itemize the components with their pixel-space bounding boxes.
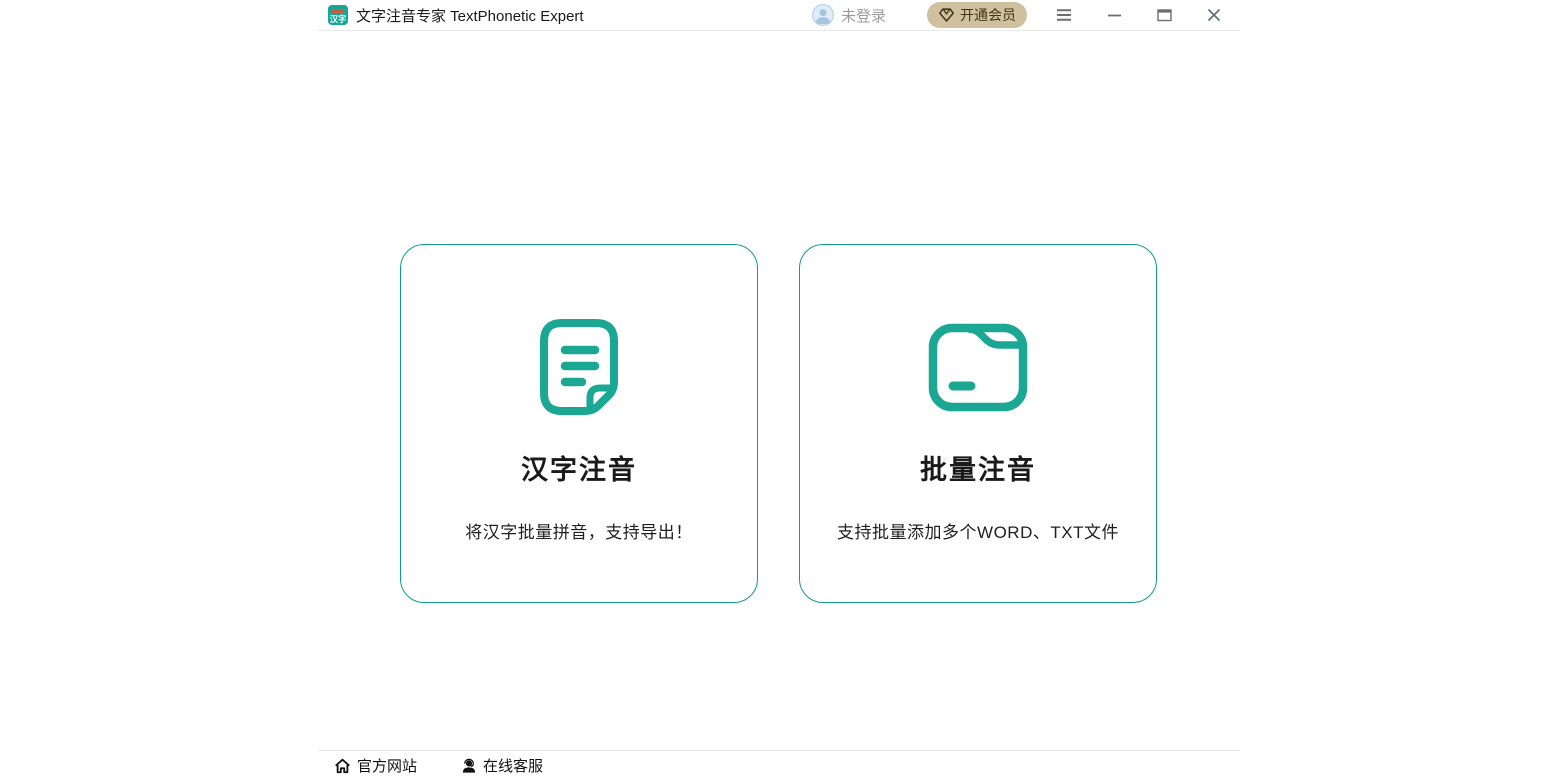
membership-button[interactable]: 开通会员: [927, 2, 1027, 28]
maximize-icon[interactable]: [1156, 7, 1172, 23]
card-batch-zhuyin[interactable]: 批量注音 支持批量添加多个WORD、TXT文件: [799, 244, 1157, 603]
menu-icon[interactable]: [1056, 7, 1072, 23]
logo-text: 汉字: [330, 14, 347, 24]
app-logo-icon: 汉字: [328, 5, 348, 25]
close-icon[interactable]: [1206, 7, 1222, 23]
card-title: 批量注音: [920, 448, 1036, 487]
footer: 官方网站 在线客服: [318, 750, 1240, 780]
gem-icon: [938, 7, 955, 23]
window-controls: [1056, 7, 1222, 23]
titlebar-right: 未登录 开通会员: [812, 2, 1222, 28]
document-icon: [540, 319, 618, 414]
minimize-icon[interactable]: [1106, 7, 1122, 23]
main-area: 汉字注音 将汉字批量拼音，支持导出！ 批量注音 支持批量添加多个WORD、TXT…: [318, 31, 1240, 750]
app-title: 文字注音专家 TextPhonetic Expert: [356, 5, 584, 26]
logo-pinyin-accent: [332, 9, 344, 14]
card-subtitle: 支持批量添加多个WORD、TXT文件: [837, 518, 1119, 543]
folder-icon: [928, 319, 1028, 414]
login-status-label: 未登录: [841, 5, 886, 26]
app-window: 汉字 文字注音专家 TextPhonetic Expert 未登录: [318, 0, 1240, 780]
customer-service-icon: [461, 758, 477, 774]
feature-cards: 汉字注音 将汉字批量拼音，支持导出！ 批量注音 支持批量添加多个WORD、TXT…: [400, 244, 1157, 603]
screen: 汉字 文字注音专家 TextPhonetic Expert 未登录: [0, 0, 1560, 780]
card-hanzi-zhuyin[interactable]: 汉字注音 将汉字批量拼音，支持导出！: [400, 244, 758, 603]
membership-label: 开通会员: [960, 5, 1016, 25]
titlebar: 汉字 文字注音专家 TextPhonetic Expert 未登录: [318, 0, 1240, 31]
login-status[interactable]: 未登录: [812, 4, 886, 26]
card-subtitle: 将汉字批量拼音，支持导出！: [465, 518, 693, 543]
home-icon: [334, 758, 351, 774]
official-site-link[interactable]: 官方网站: [334, 755, 417, 776]
customer-service-label: 在线客服: [483, 755, 543, 776]
official-site-label: 官方网站: [357, 755, 417, 776]
avatar-icon: [812, 4, 834, 26]
customer-service-link[interactable]: 在线客服: [461, 755, 543, 776]
card-title: 汉字注音: [521, 448, 637, 487]
